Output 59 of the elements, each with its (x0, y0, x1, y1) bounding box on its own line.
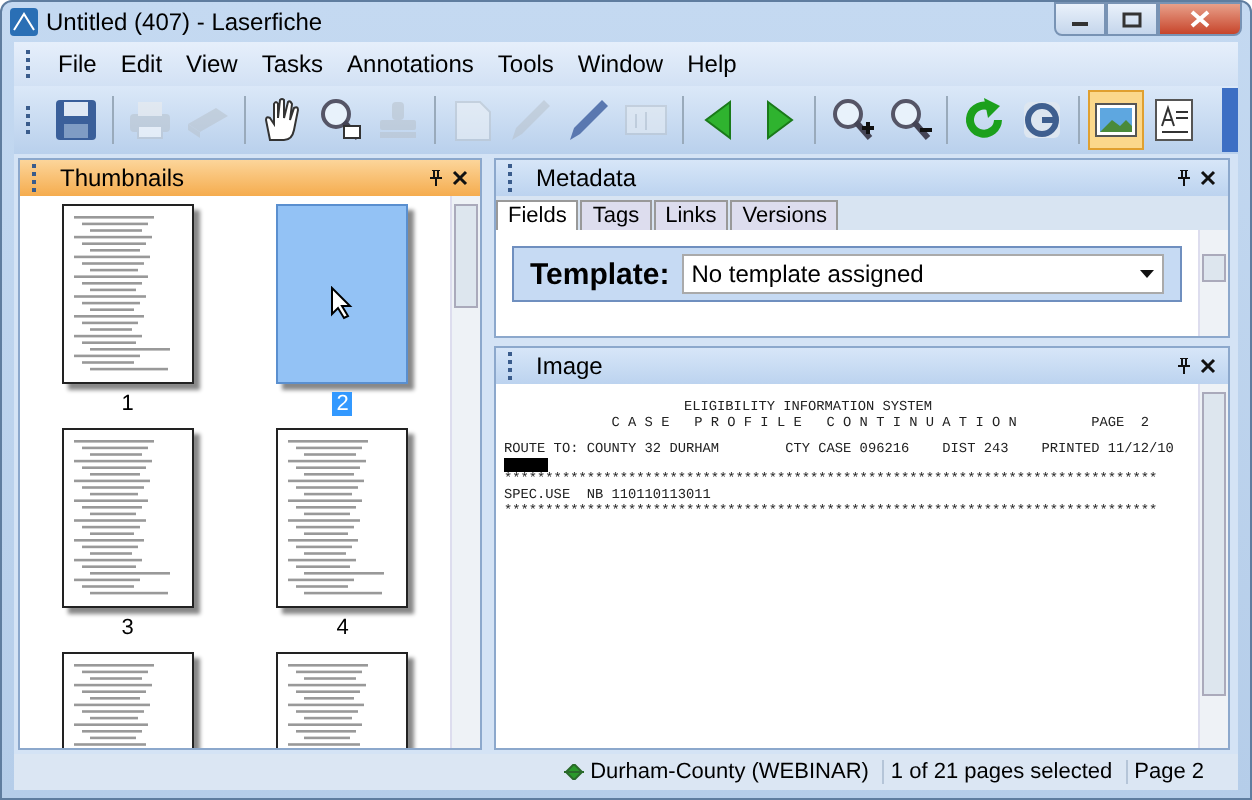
selection-status: 1 of 21 pages selected (882, 760, 1119, 784)
scrollbar[interactable] (1198, 384, 1228, 748)
page-number: 4 (334, 616, 351, 640)
pin-icon[interactable] (428, 170, 444, 186)
panel-title: Thumbnails (60, 164, 187, 192)
window-title: Untitled (407) - Laserfiche (46, 8, 325, 36)
page-thumbnail[interactable] (61, 204, 194, 384)
pen-icon (506, 96, 554, 144)
page-number: 3 (119, 616, 136, 640)
save-icon (52, 96, 100, 144)
dropdown-arrow-icon (1140, 270, 1154, 278)
minimize-button[interactable] (1054, 2, 1106, 36)
close-icon[interactable] (452, 170, 468, 186)
zoom-area-icon (316, 96, 364, 144)
pen-icon (564, 96, 612, 144)
menu-item[interactable]: Help (675, 46, 749, 82)
tab[interactable]: Links (653, 200, 729, 230)
menu-item[interactable]: Window (565, 46, 676, 82)
cursor-icon (330, 286, 355, 320)
page-number: 1 (119, 392, 136, 416)
print-icon (126, 96, 174, 144)
repository-status: Durham-County (WEBINAR) (590, 760, 869, 784)
menu-item[interactable]: Edit (108, 46, 175, 82)
stamp-icon (374, 96, 422, 144)
close-icon[interactable] (1200, 358, 1216, 374)
panel-title: Metadata (536, 164, 639, 192)
close-button[interactable] (1158, 2, 1242, 36)
maximize-icon (1122, 11, 1142, 27)
page-status: Page 2 (1126, 760, 1210, 784)
menu-item[interactable]: Annotations (335, 46, 486, 82)
tab[interactable]: Versions (730, 200, 839, 230)
menu-item[interactable]: Tools (485, 46, 566, 82)
connection-icon (564, 764, 585, 780)
panel-title: Image (536, 352, 605, 380)
redaction-mark (504, 458, 548, 472)
zoom-in-icon (828, 96, 876, 144)
close-icon[interactable] (1200, 170, 1216, 186)
close-icon (1190, 10, 1210, 28)
rotate-icon (960, 96, 1008, 144)
page-thumbnail[interactable] (61, 428, 194, 608)
scrollbar[interactable] (1198, 230, 1228, 336)
maximize-button[interactable] (1106, 2, 1158, 36)
page-number: 2 (332, 392, 353, 416)
app-icon (10, 8, 38, 36)
zoom-out-icon (886, 96, 934, 144)
pin-icon[interactable] (1176, 358, 1192, 374)
page-thumbnail[interactable] (276, 204, 409, 384)
menu-item[interactable]: File (46, 46, 109, 82)
menu-item[interactable]: View (174, 46, 250, 82)
text-view-icon (1150, 96, 1198, 144)
template-dropdown[interactable]: No template assigned (681, 254, 1164, 294)
tab[interactable]: Tags (580, 200, 652, 230)
pin-icon[interactable] (1176, 170, 1192, 186)
menu-item[interactable]: Tasks (249, 46, 336, 82)
template-label: Template: (530, 257, 670, 291)
page-thumbnail[interactable] (276, 428, 409, 608)
tab[interactable]: Fields (496, 200, 579, 230)
scrollbar[interactable] (450, 196, 480, 748)
image-view-button[interactable] (1088, 90, 1144, 150)
